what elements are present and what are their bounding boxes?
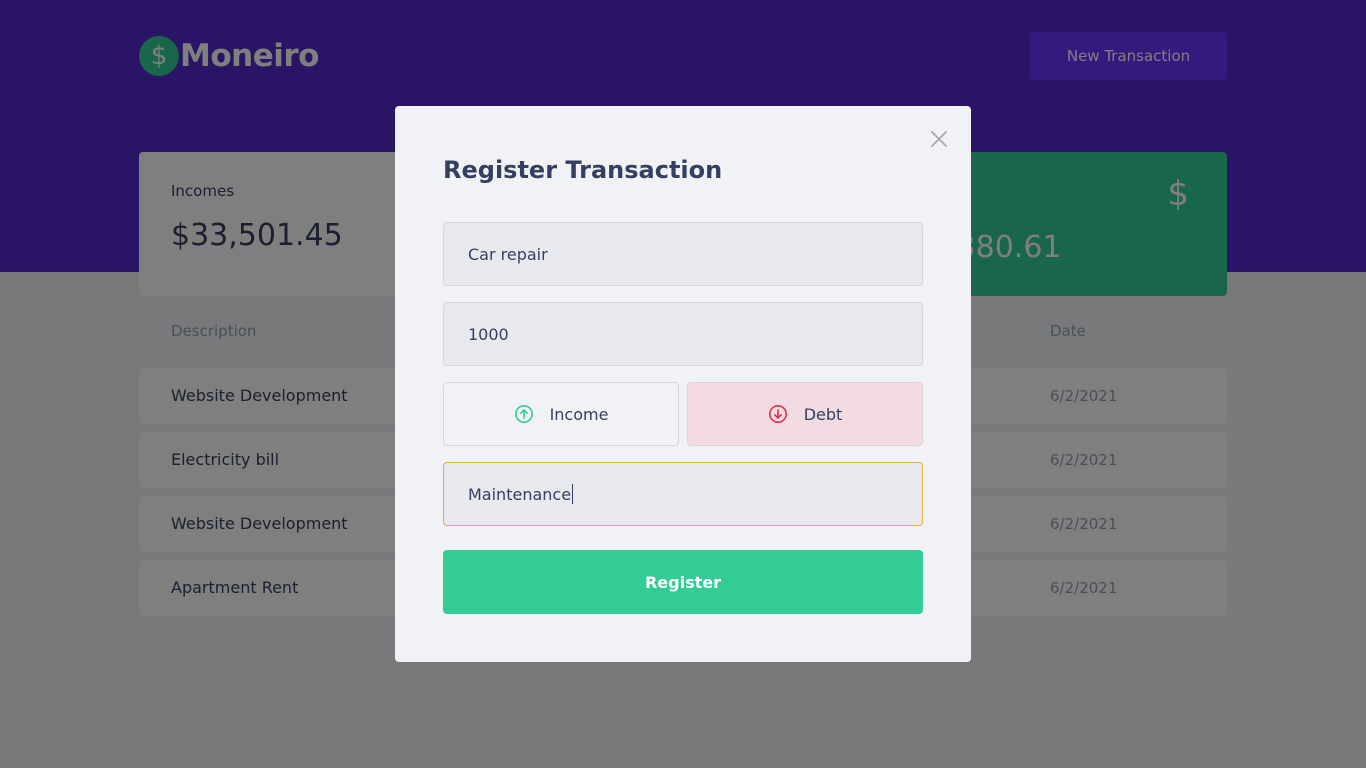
modal-title: Register Transaction (443, 156, 723, 184)
income-type-button[interactable]: Income (443, 382, 679, 446)
category-input[interactable]: Maintenance (443, 462, 923, 526)
register-button[interactable]: Register (443, 550, 923, 614)
register-transaction-modal: Register Transaction Car repair 1000 Inc… (395, 106, 971, 662)
amount-input-value: 1000 (468, 324, 509, 344)
category-input-value: Maintenance (468, 484, 572, 504)
close-button[interactable] (928, 128, 950, 150)
debt-type-label: Debt (803, 404, 843, 424)
text-caret (572, 484, 574, 504)
debt-type-button[interactable]: Debt (687, 382, 923, 446)
close-icon (931, 131, 947, 147)
title-input-value: Car repair (468, 244, 548, 264)
arrow-down-circle-icon (768, 405, 787, 423)
arrow-up-circle-icon (514, 405, 533, 423)
amount-input[interactable]: 1000 (443, 302, 923, 366)
title-input[interactable]: Car repair (443, 222, 923, 286)
income-type-label: Income (549, 404, 609, 424)
